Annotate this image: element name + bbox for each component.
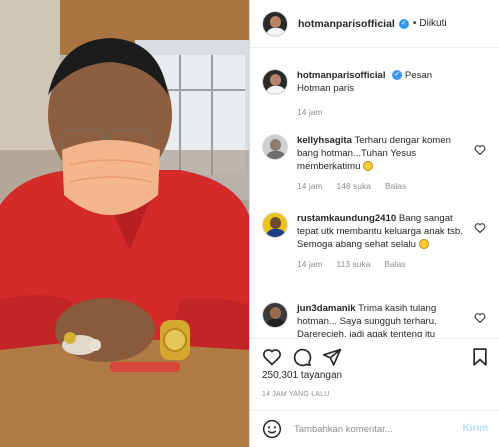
verified-badge-icon: ✓ bbox=[392, 70, 403, 81]
comments-list[interactable]: hotmanparisofficial ✓ Pesan Hotman paris… bbox=[250, 49, 499, 337]
header-separator: • bbox=[412, 18, 417, 29]
commenter-avatar[interactable] bbox=[262, 212, 288, 238]
author-avatar[interactable] bbox=[262, 10, 288, 37]
comment-username[interactable]: rustamkaundung2410 bbox=[297, 213, 396, 224]
thumbs-up-emoji-icon bbox=[418, 239, 429, 250]
author-username[interactable]: hotmanparisofficial bbox=[298, 18, 395, 30]
post-video[interactable] bbox=[0, 0, 249, 447]
caption-avatar[interactable] bbox=[262, 69, 288, 95]
comment-likes[interactable]: 148 suka bbox=[337, 180, 372, 193]
caption-username[interactable]: hotmanparisofficial bbox=[297, 70, 386, 81]
reply-button[interactable]: Balas bbox=[384, 258, 405, 271]
follow-status[interactable]: Diikuti bbox=[419, 18, 446, 29]
post-photo-illustration bbox=[0, 0, 249, 447]
comment-like-heart-icon[interactable] bbox=[474, 144, 486, 156]
caption: hotmanparisofficial ✓ Pesan Hotman paris… bbox=[262, 69, 490, 119]
share-icon[interactable] bbox=[322, 347, 342, 367]
post-time-ago[interactable]: 14 JAM YANG LALU bbox=[262, 391, 330, 398]
comment-icon[interactable] bbox=[292, 347, 312, 367]
post-comment-button[interactable]: Kirim bbox=[462, 423, 488, 434]
smiling-face-emoji-icon bbox=[363, 161, 374, 172]
comment-time[interactable]: 14 jam bbox=[297, 258, 323, 271]
post-sidebar: hotmanparisofficial ✓ • Diikuti hotmanpa… bbox=[249, 0, 499, 447]
heart-icon[interactable] bbox=[262, 347, 282, 367]
caption-time: 14 jam bbox=[297, 107, 323, 117]
comment-like-heart-icon[interactable] bbox=[474, 222, 486, 234]
comment-likes[interactable]: 113 suka bbox=[337, 258, 371, 271]
comment-like-heart-icon[interactable] bbox=[474, 312, 486, 324]
comment-item: rustamkaundung2410 Bang sangat tepat utk… bbox=[262, 212, 490, 271]
add-comment-bar: Kirim bbox=[250, 410, 499, 447]
smiley-icon[interactable] bbox=[262, 419, 282, 439]
comment-username[interactable]: jun3damanik bbox=[297, 303, 356, 314]
comment-item: kellyhsagita Terharu dengar komen bang h… bbox=[262, 134, 490, 193]
comment-input[interactable] bbox=[294, 423, 444, 435]
commenter-avatar[interactable] bbox=[262, 302, 288, 328]
commenter-avatar[interactable] bbox=[262, 134, 288, 160]
comment-item: jun3damanik Trima kasih tulang hotman...… bbox=[262, 302, 490, 337]
view-count[interactable]: 250,301 tayangan bbox=[262, 370, 342, 381]
reply-button[interactable]: Balas bbox=[385, 180, 406, 193]
verified-badge-icon: ✓ bbox=[398, 18, 409, 29]
post-header: hotmanparisofficial ✓ • Diikuti bbox=[250, 0, 499, 48]
comment-username[interactable]: kellyhsagita bbox=[297, 135, 352, 146]
bookmark-icon[interactable] bbox=[470, 347, 490, 367]
comment-time[interactable]: 14 jam bbox=[297, 180, 323, 193]
